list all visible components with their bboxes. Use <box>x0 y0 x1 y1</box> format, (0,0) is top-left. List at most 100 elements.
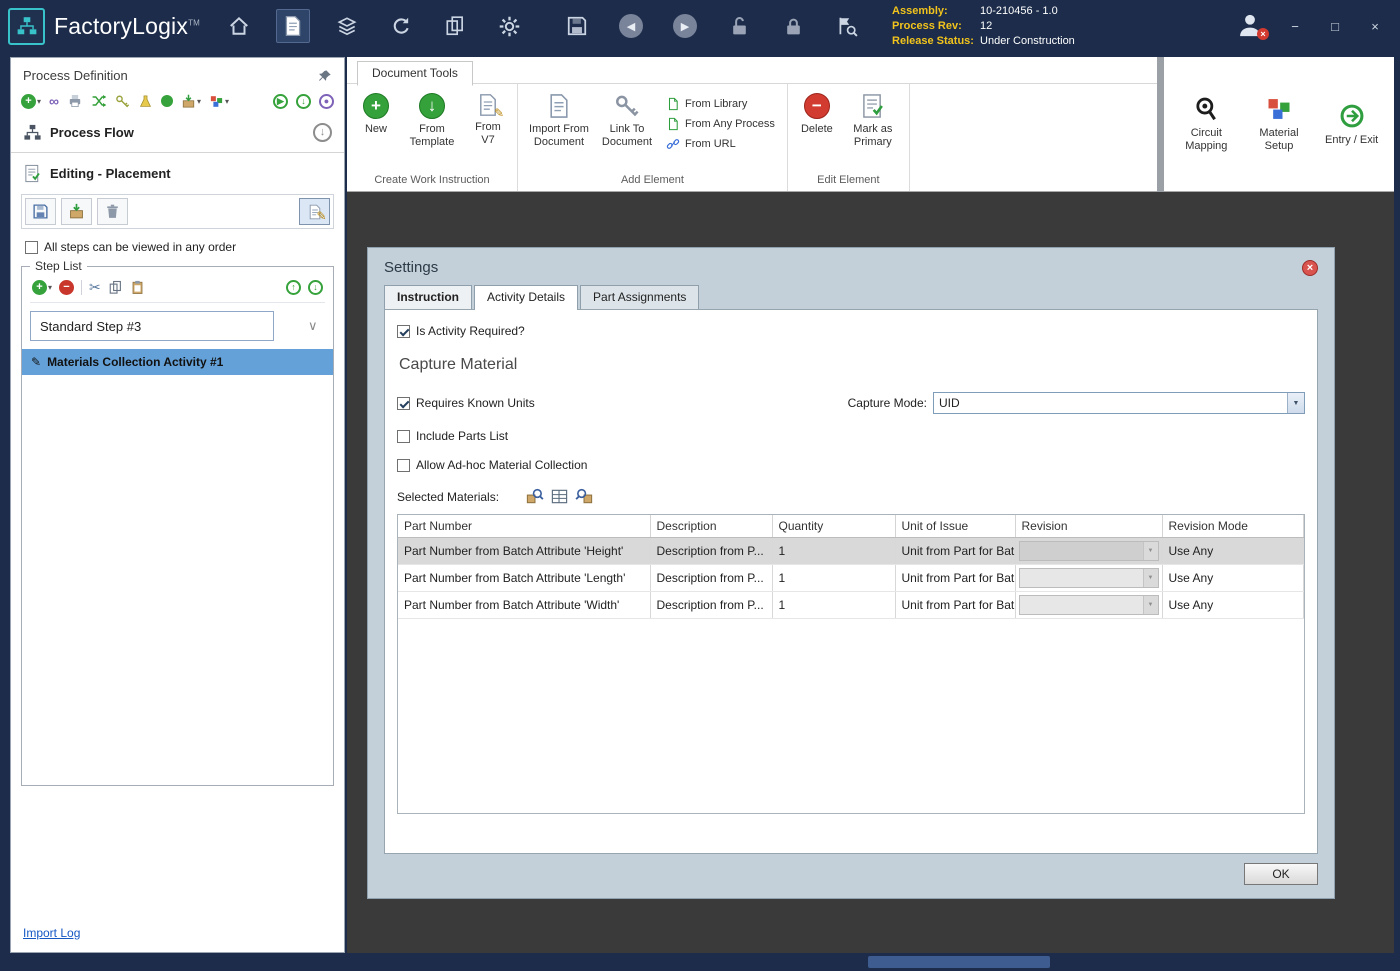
pin-icon[interactable] <box>318 69 332 83</box>
tab-part-assignments[interactable]: Part Assignments <box>580 285 699 309</box>
editing-doc-icon <box>23 164 42 183</box>
tab-instruction[interactable]: Instruction <box>384 285 472 309</box>
logout-badge-icon: × <box>1257 28 1269 40</box>
chevron-down-icon[interactable]: ∨ <box>308 318 318 334</box>
tab-activity-details[interactable]: Activity Details <box>474 285 578 309</box>
play-icon[interactable]: ▶ <box>273 94 288 109</box>
remove-step-icon[interactable]: − <box>59 280 74 295</box>
save-icon[interactable] <box>560 9 594 43</box>
import-log-link[interactable]: Import Log <box>23 926 80 940</box>
assembly-label: Assembly: <box>892 4 980 19</box>
allow-adhoc-checkbox[interactable] <box>397 459 410 472</box>
is-activity-required-checkbox[interactable] <box>397 325 410 338</box>
import-from-document-button[interactable]: Import From Document <box>524 89 594 153</box>
process-definition-icon[interactable] <box>276 9 310 43</box>
editing-label: Editing - Placement <box>50 166 171 181</box>
back-icon[interactable]: ◀ <box>614 9 648 43</box>
combo-arrow-icon: ▼ <box>1143 542 1158 560</box>
unlock-icon[interactable] <box>722 9 756 43</box>
documents-icon[interactable] <box>438 9 472 43</box>
requires-known-units-checkbox[interactable] <box>397 397 410 410</box>
export-icon[interactable]: ▾ <box>181 94 201 109</box>
link-process-icon[interactable]: ∞ <box>49 93 59 109</box>
process-flow-row[interactable]: Process Flow ↓ <box>11 115 344 150</box>
step-list-title: Step List <box>30 259 87 273</box>
delete-step-button[interactable] <box>97 198 128 225</box>
move-up-icon[interactable]: ↑ <box>286 280 301 295</box>
home-icon[interactable] <box>222 9 256 43</box>
material-grid-icon[interactable] <box>550 487 569 506</box>
from-v7-button[interactable]: ✎ From V7 <box>465 89 511 151</box>
edit-mode-button[interactable]: ✎ <box>299 198 330 225</box>
minimize-button[interactable]: − <box>1284 19 1306 34</box>
user-logout-icon[interactable]: × <box>1236 11 1266 41</box>
table-row[interactable]: Part Number from Batch Attribute 'Width'… <box>398 592 1304 619</box>
settings-tabs: Instruction Activity Details Part Assign… <box>368 285 1334 309</box>
step-selector[interactable]: Standard Step #3 <box>30 311 274 341</box>
circuit-mapping-button[interactable]: Circuit Mapping <box>1176 91 1236 157</box>
col-unit-of-issue[interactable]: Unit of Issue <box>895 515 1015 538</box>
close-button[interactable]: × <box>1364 19 1386 34</box>
ribbon: Document Tools + New ↓ Fro <box>347 57 1394 192</box>
table-row[interactable]: Part Number from Batch Attribute 'Length… <box>398 565 1304 592</box>
process-definition-panel: Process Definition +▾ ∞ ▾ ▾ ▶ ↓ ● Proces… <box>10 57 345 953</box>
mark-as-primary-button[interactable]: Mark as Primary <box>843 89 903 153</box>
col-revision[interactable]: Revision <box>1015 515 1162 538</box>
revision-dropdown[interactable]: ▼ <box>1019 541 1159 561</box>
capture-mode-select[interactable]: UID ▼ <box>933 392 1305 414</box>
divider <box>11 152 344 153</box>
save-step-button[interactable] <box>25 198 56 225</box>
settings-gear-icon[interactable] <box>492 9 526 43</box>
any-order-checkbox[interactable] <box>25 241 38 254</box>
from-library-button[interactable]: From Library <box>666 97 775 111</box>
revision-dropdown[interactable]: ▼ <box>1019 595 1159 615</box>
col-revision-mode[interactable]: Revision Mode <box>1162 515 1304 538</box>
sidebar-toolbar: +▾ ∞ ▾ ▾ ▶ ↓ ● <box>11 89 344 115</box>
col-part-number[interactable]: Part Number <box>398 515 650 538</box>
copy-icon[interactable] <box>108 280 123 295</box>
col-quantity[interactable]: Quantity <box>772 515 895 538</box>
from-any-process-button[interactable]: From Any Process <box>666 117 775 131</box>
activity-list-item-selected[interactable]: ✎ Materials Collection Activity #1 <box>22 349 333 375</box>
revision-dropdown[interactable]: ▼ <box>1019 568 1159 588</box>
cell-revision-mode: Use Any <box>1162 565 1304 592</box>
search-audit-icon[interactable] <box>830 9 864 43</box>
from-url-button[interactable]: From URL <box>666 137 775 151</box>
include-parts-list-checkbox[interactable] <box>397 430 410 443</box>
print-icon[interactable] <box>67 93 83 109</box>
move-down-icon[interactable]: ↓ <box>308 280 323 295</box>
find-material-icon[interactable] <box>525 487 544 506</box>
col-description[interactable]: Description <box>650 515 772 538</box>
search-material-icon[interactable] <box>575 487 594 506</box>
new-button[interactable]: + New <box>353 89 399 140</box>
cut-icon[interactable]: ✂ <box>89 279 101 296</box>
sync-icon[interactable] <box>384 9 418 43</box>
material-setup-button[interactable]: Material Setup <box>1249 91 1309 157</box>
entry-exit-button[interactable]: Entry / Exit <box>1322 98 1382 151</box>
tab-document-tools[interactable]: Document Tools <box>357 61 473 86</box>
settings-close-button[interactable]: × <box>1302 260 1318 276</box>
from-template-button[interactable]: ↓ From Template <box>402 89 462 153</box>
import-step-button[interactable] <box>61 198 92 225</box>
forward-icon[interactable]: ▶ <box>668 9 702 43</box>
table-row[interactable]: Part Number from Batch Attribute 'Height… <box>398 538 1304 565</box>
activity-label: Materials Collection Activity #1 <box>47 355 223 369</box>
cell-quantity: 1 <box>772 592 895 619</box>
ok-button[interactable]: OK <box>1244 863 1318 885</box>
key-icon[interactable] <box>115 94 130 109</box>
view-options-icon[interactable]: ▾ <box>209 94 229 109</box>
add-icon[interactable]: +▾ <box>21 94 41 109</box>
templates-icon[interactable] <box>330 9 364 43</box>
delete-button[interactable]: − Delete <box>794 89 840 140</box>
leaf-icon[interactable] <box>161 95 173 107</box>
record-icon[interactable]: ● <box>319 94 334 109</box>
collapse-icon[interactable]: ↓ <box>313 123 332 142</box>
add-step-icon[interactable]: +▾ <box>32 280 52 295</box>
transfer-icon[interactable] <box>91 93 107 109</box>
maximize-button[interactable]: □ <box>1324 19 1346 34</box>
test-flask-icon[interactable] <box>138 94 153 109</box>
lock-icon[interactable] <box>776 9 810 43</box>
refresh-icon[interactable]: ↓ <box>296 94 311 109</box>
link-to-document-button[interactable]: Link To Document <box>597 89 657 153</box>
paste-icon[interactable] <box>130 280 145 295</box>
